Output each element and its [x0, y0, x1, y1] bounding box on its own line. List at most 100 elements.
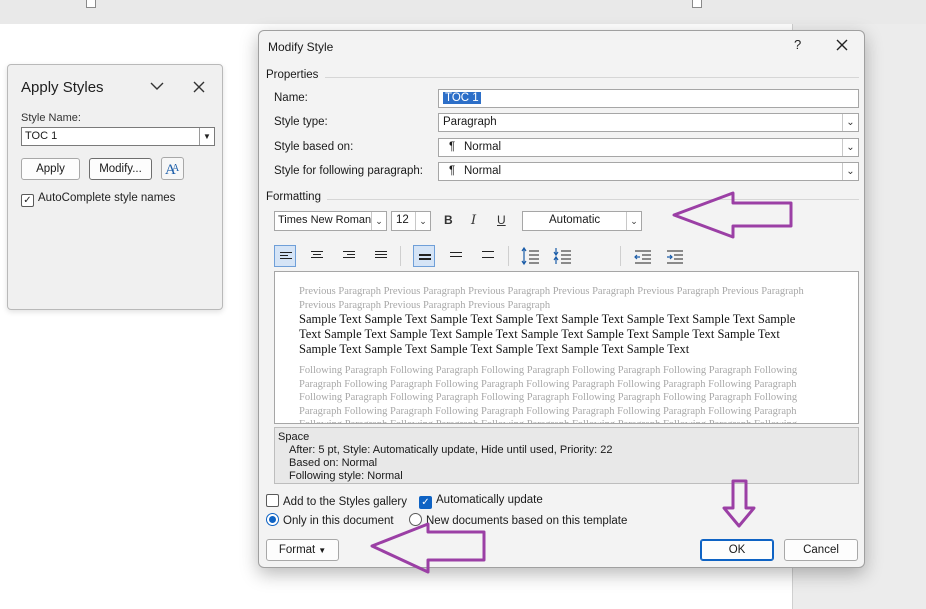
ribbon-strip: [0, 0, 926, 24]
section-divider: [327, 199, 859, 200]
description-line: After: 5 pt, Style: Automatically update…: [289, 444, 613, 456]
increase-paragraph-spacing-button[interactable]: [520, 245, 542, 267]
following-style-label: Style for following paragraph:: [274, 165, 423, 177]
font-color-value: Automatic: [549, 214, 601, 226]
pilcrow-icon: ¶: [449, 141, 456, 153]
ok-button[interactable]: OK: [700, 539, 774, 561]
help-button[interactable]: ?: [794, 38, 801, 51]
only-this-document-label: Only in this document: [283, 515, 394, 527]
align-center-icon: [311, 251, 323, 260]
single-spacing-button[interactable]: [413, 245, 435, 267]
preview-previous-paragraph: Previous Paragraph Previous Paragraph Pr…: [299, 286, 804, 311]
increase-indent-icon: [667, 250, 683, 264]
auto-update-option[interactable]: ✓ Automatically update: [419, 494, 543, 509]
preview-sample-text: Sample Text Sample Text Sample Text Samp…: [299, 312, 796, 356]
dialog-title: Modify Style: [268, 40, 334, 54]
style-name-label: Style Name:: [21, 112, 81, 124]
dropdown-arrow-icon: ▼: [318, 546, 327, 555]
chevron-down-icon[interactable]: ⌄: [842, 114, 858, 131]
underline-button[interactable]: U: [497, 213, 506, 227]
style-based-on-value: Normal: [464, 141, 502, 153]
double-spacing-button[interactable]: [477, 245, 499, 267]
new-documents-option[interactable]: New documents based on this template: [409, 513, 627, 527]
increase-indent-button[interactable]: [664, 245, 686, 267]
formatting-section-label: Formatting: [266, 191, 321, 203]
add-to-gallery-option[interactable]: Add to the Styles gallery: [266, 494, 407, 508]
new-documents-label: New documents based on this template: [426, 515, 628, 527]
autocomplete-checkbox[interactable]: ✓: [21, 194, 34, 207]
close-icon[interactable]: [192, 80, 206, 97]
style-name-combobox[interactable]: TOC 1 ▼: [21, 127, 215, 146]
align-left-icon: [280, 252, 292, 261]
new-documents-radio[interactable]: [409, 513, 422, 526]
font-size-value: 12: [396, 214, 409, 226]
chevron-down-icon[interactable]: ⌄: [371, 212, 386, 230]
only-this-document-option[interactable]: Only in this document: [266, 513, 394, 527]
autocomplete-row[interactable]: ✓ AutoComplete style names: [21, 192, 175, 207]
apply-styles-title: Apply Styles: [21, 79, 104, 96]
auto-update-checkbox[interactable]: ✓: [419, 496, 432, 509]
double-spacing-icon: [482, 251, 494, 260]
following-style-dropdown[interactable]: ¶ Normal ⌄: [438, 162, 859, 181]
decrease-indent-button[interactable]: [632, 245, 654, 267]
close-button[interactable]: [835, 38, 849, 55]
italic-button[interactable]: I: [471, 213, 476, 228]
font-dropdown[interactable]: Times New Roman ⌄: [274, 211, 387, 231]
style-based-on-label: Style based on:: [274, 141, 354, 153]
preview-following-paragraph: Following Paragraph Following Paragraph …: [299, 365, 798, 423]
chevron-down-icon[interactable]: ⌄: [842, 139, 858, 156]
decrease-paragraph-spacing-button[interactable]: [552, 245, 574, 267]
one-half-spacing-button[interactable]: [445, 245, 467, 267]
style-name-value[interactable]: TOC 1: [25, 130, 57, 142]
format-button[interactable]: Format ▼: [266, 539, 339, 561]
toolbar-separator: [620, 246, 621, 266]
style-preview: Previous Paragraph Previous Paragraph Pr…: [274, 271, 859, 424]
chevron-down-icon[interactable]: ⌄: [842, 163, 858, 180]
ruler-marker[interactable]: [86, 0, 96, 8]
font-size-dropdown[interactable]: 12 ⌄: [391, 211, 431, 231]
style-type-dropdown[interactable]: Paragraph ⌄: [438, 113, 859, 132]
cancel-button[interactable]: Cancel: [784, 539, 858, 561]
style-based-on-dropdown[interactable]: ¶ Normal ⌄: [438, 138, 859, 157]
font-value: Times New Roman: [278, 214, 372, 226]
pilcrow-icon: ¶: [449, 165, 456, 177]
bold-button[interactable]: B: [444, 213, 453, 227]
modify-button[interactable]: Modify...: [89, 158, 152, 180]
one-half-spacing-icon: [450, 252, 462, 261]
style-description: Space After: 5 pt, Style: Automatically …: [274, 427, 859, 484]
font-color-dropdown[interactable]: Automatic ⌄: [522, 211, 642, 231]
align-right-button[interactable]: [338, 245, 360, 267]
align-left-button[interactable]: [274, 245, 296, 267]
description-line: Following style: Normal: [289, 470, 403, 482]
only-this-document-radio[interactable]: [266, 513, 279, 526]
chevron-down-icon[interactable]: ⌄: [626, 212, 641, 230]
chevron-down-icon[interactable]: [149, 80, 165, 95]
auto-update-label: Automatically update: [436, 494, 543, 506]
apply-styles-pane: Apply Styles Style Name: TOC 1 ▼ Apply M…: [7, 64, 223, 310]
toolbar-separator: [508, 246, 509, 266]
close-icon: [836, 39, 848, 51]
dropdown-arrow-icon[interactable]: ▼: [199, 128, 214, 145]
chevron-down-icon[interactable]: ⌄: [415, 212, 430, 230]
spacing-increase-icon: [521, 246, 539, 266]
format-button-label: Format: [278, 544, 316, 556]
name-input[interactable]: TOC 1: [438, 89, 859, 108]
properties-section-label: Properties: [266, 69, 319, 81]
align-center-button[interactable]: [306, 245, 328, 267]
single-spacing-icon: [419, 254, 431, 263]
ruler-marker[interactable]: [692, 0, 702, 8]
justify-button[interactable]: [370, 245, 392, 267]
description-line: Based on: Normal: [289, 457, 378, 469]
styles-pane-button[interactable]: A A: [161, 157, 184, 180]
name-value[interactable]: TOC 1: [443, 92, 481, 104]
style-type-label: Style type:: [274, 116, 328, 128]
spacing-decrease-icon: [553, 248, 571, 264]
apply-button[interactable]: Apply: [21, 158, 80, 180]
autocomplete-label: AutoComplete style names: [38, 192, 176, 204]
toolbar-separator: [400, 246, 401, 266]
section-divider: [325, 77, 859, 78]
add-to-gallery-label: Add to the Styles gallery: [283, 496, 408, 508]
align-right-icon: [343, 251, 355, 260]
style-type-value: Paragraph: [443, 116, 497, 128]
add-to-gallery-checkbox[interactable]: [266, 494, 279, 507]
